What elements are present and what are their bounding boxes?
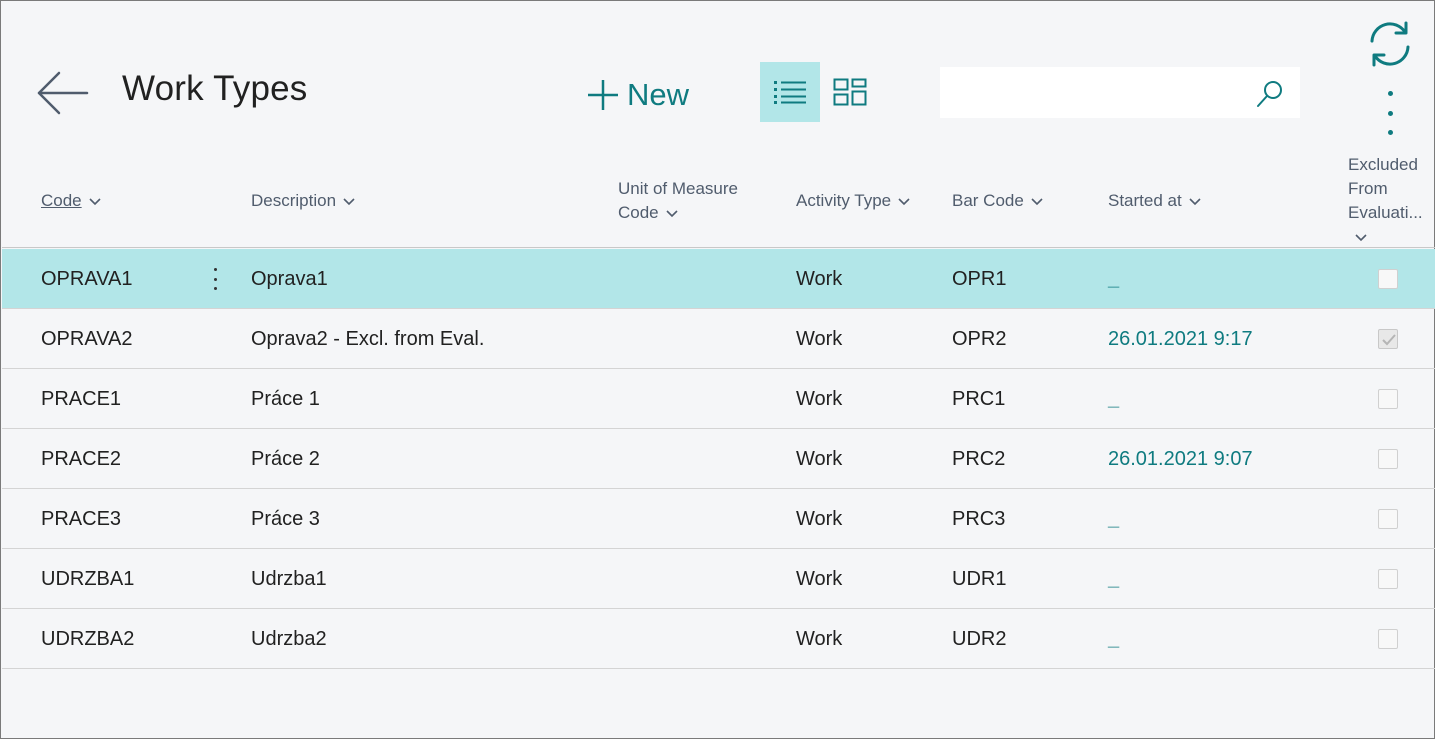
cell-description[interactable]: Oprava2 - Excl. from Eval. — [251, 309, 484, 369]
new-button-label: New — [627, 77, 690, 112]
back-button[interactable] — [35, 67, 91, 123]
cell-code[interactable]: UDRZBA1 — [41, 549, 134, 609]
row-actions-button[interactable] — [205, 265, 225, 293]
chevron-down-icon — [1189, 197, 1201, 205]
cell-started-at[interactable]: _ — [1108, 369, 1119, 429]
excluded-checkbox[interactable] — [1378, 269, 1398, 289]
cell-code[interactable]: PRACE1 — [41, 369, 121, 429]
cell-bar-code[interactable]: OPR1 — [952, 249, 1006, 309]
checkmark-icon — [1382, 334, 1396, 346]
cell-description[interactable]: Práce 2 — [251, 429, 320, 489]
chevron-down-icon — [1031, 197, 1043, 205]
table-row[interactable]: OPRAVA2 Oprava2 - Excl. from Eval. Work … — [2, 309, 1435, 369]
plus-icon — [588, 80, 618, 110]
more-vertical-icon — [1387, 91, 1393, 96]
cell-started-at[interactable]: _ — [1108, 249, 1119, 309]
tile-view-button[interactable] — [820, 62, 880, 122]
column-header-excluded-from-evaluation[interactable]: Excluded From Evaluati... — [1348, 153, 1423, 249]
cell-description[interactable]: Práce 1 — [251, 369, 320, 429]
chevron-down-icon — [1355, 233, 1367, 241]
cell-bar-code[interactable]: PRC1 — [952, 369, 1005, 429]
cell-started-at[interactable]: _ — [1108, 489, 1119, 549]
column-header-activity-type[interactable]: Activity Type — [796, 189, 911, 213]
new-button[interactable]: New — [585, 73, 689, 117]
table-row[interactable]: PRACE2 Práce 2 Work PRC2 26.01.2021 9:07 — [2, 429, 1435, 489]
table-row[interactable]: UDRZBA1 Udrzba1 Work UDR1 _ — [2, 549, 1435, 609]
cell-activity-type[interactable]: Work — [796, 429, 842, 489]
column-header-started-at[interactable]: Started at — [1108, 189, 1202, 213]
cell-activity-type[interactable]: Work — [796, 249, 842, 309]
row-actions-icon — [213, 268, 217, 271]
tile-view-icon — [833, 78, 867, 106]
cell-activity-type[interactable]: Work — [796, 549, 842, 609]
cell-bar-code[interactable]: PRC3 — [952, 489, 1005, 549]
more-options-button[interactable] — [1375, 87, 1405, 139]
excluded-checkbox[interactable] — [1378, 389, 1398, 409]
cell-activity-type[interactable]: Work — [796, 609, 842, 669]
cell-started-at[interactable]: _ — [1108, 609, 1119, 669]
cell-code[interactable]: UDRZBA2 — [41, 609, 134, 669]
cell-started-at[interactable]: _ — [1108, 549, 1119, 609]
column-header-bar-code[interactable]: Bar Code — [952, 189, 1044, 213]
cell-description[interactable]: Oprava1 — [251, 249, 328, 309]
excluded-checkbox[interactable] — [1378, 629, 1398, 649]
page-title: Work Types — [122, 69, 308, 108]
cell-code[interactable]: PRACE3 — [41, 489, 121, 549]
chevron-down-icon — [89, 197, 101, 205]
excluded-checkbox[interactable] — [1378, 569, 1398, 589]
table-row[interactable]: PRACE3 Práce 3 Work PRC3 _ — [2, 489, 1435, 549]
cell-code[interactable]: OPRAVA1 — [41, 249, 133, 309]
excluded-checkbox[interactable] — [1378, 449, 1398, 469]
refresh-button[interactable] — [1365, 19, 1415, 69]
list-view-button[interactable] — [760, 62, 820, 122]
search-box — [940, 67, 1300, 118]
cell-started-at[interactable]: 26.01.2021 9:17 — [1108, 309, 1253, 369]
search-input[interactable] — [940, 67, 1240, 118]
cell-bar-code[interactable]: UDR2 — [952, 609, 1006, 669]
cell-activity-type[interactable]: Work — [796, 309, 842, 369]
cell-bar-code[interactable]: OPR2 — [952, 309, 1006, 369]
refresh-icon — [1370, 21, 1410, 67]
back-arrow-icon — [37, 71, 89, 115]
cell-code[interactable]: OPRAVA2 — [41, 309, 133, 369]
cell-code[interactable]: PRACE2 — [41, 429, 121, 489]
column-header-code[interactable]: Code — [41, 189, 102, 213]
cell-description[interactable]: Udrzba2 — [251, 609, 327, 669]
chevron-down-icon — [898, 197, 910, 205]
search-button[interactable] — [1255, 79, 1285, 109]
cell-started-at[interactable]: 26.01.2021 9:07 — [1108, 429, 1253, 489]
column-header-description[interactable]: Description — [251, 189, 356, 213]
cell-bar-code[interactable]: PRC2 — [952, 429, 1005, 489]
cell-bar-code[interactable]: UDR1 — [952, 549, 1006, 609]
list-view-icon — [774, 81, 806, 104]
cell-activity-type[interactable]: Work — [796, 489, 842, 549]
search-icon — [1257, 81, 1282, 107]
chevron-down-icon — [343, 197, 355, 205]
work-types-page: Work Types New Code Description Unit of … — [0, 0, 1435, 739]
table-row[interactable]: UDRZBA2 Udrzba2 Work UDR2 _ — [2, 609, 1435, 669]
table-row[interactable]: OPRAVA1 Oprava1 Work OPR1 _ — [2, 249, 1435, 309]
cell-description[interactable]: Práce 3 — [251, 489, 320, 549]
cell-activity-type[interactable]: Work — [796, 369, 842, 429]
column-header-uom-code[interactable]: Unit of Measure Code — [618, 177, 738, 225]
excluded-checkbox[interactable] — [1378, 329, 1398, 349]
chevron-down-icon — [666, 209, 678, 217]
cell-description[interactable]: Udrzba1 — [251, 549, 327, 609]
table-row[interactable]: PRACE1 Práce 1 Work PRC1 _ — [2, 369, 1435, 429]
excluded-checkbox[interactable] — [1378, 509, 1398, 529]
header-divider — [2, 247, 1435, 248]
